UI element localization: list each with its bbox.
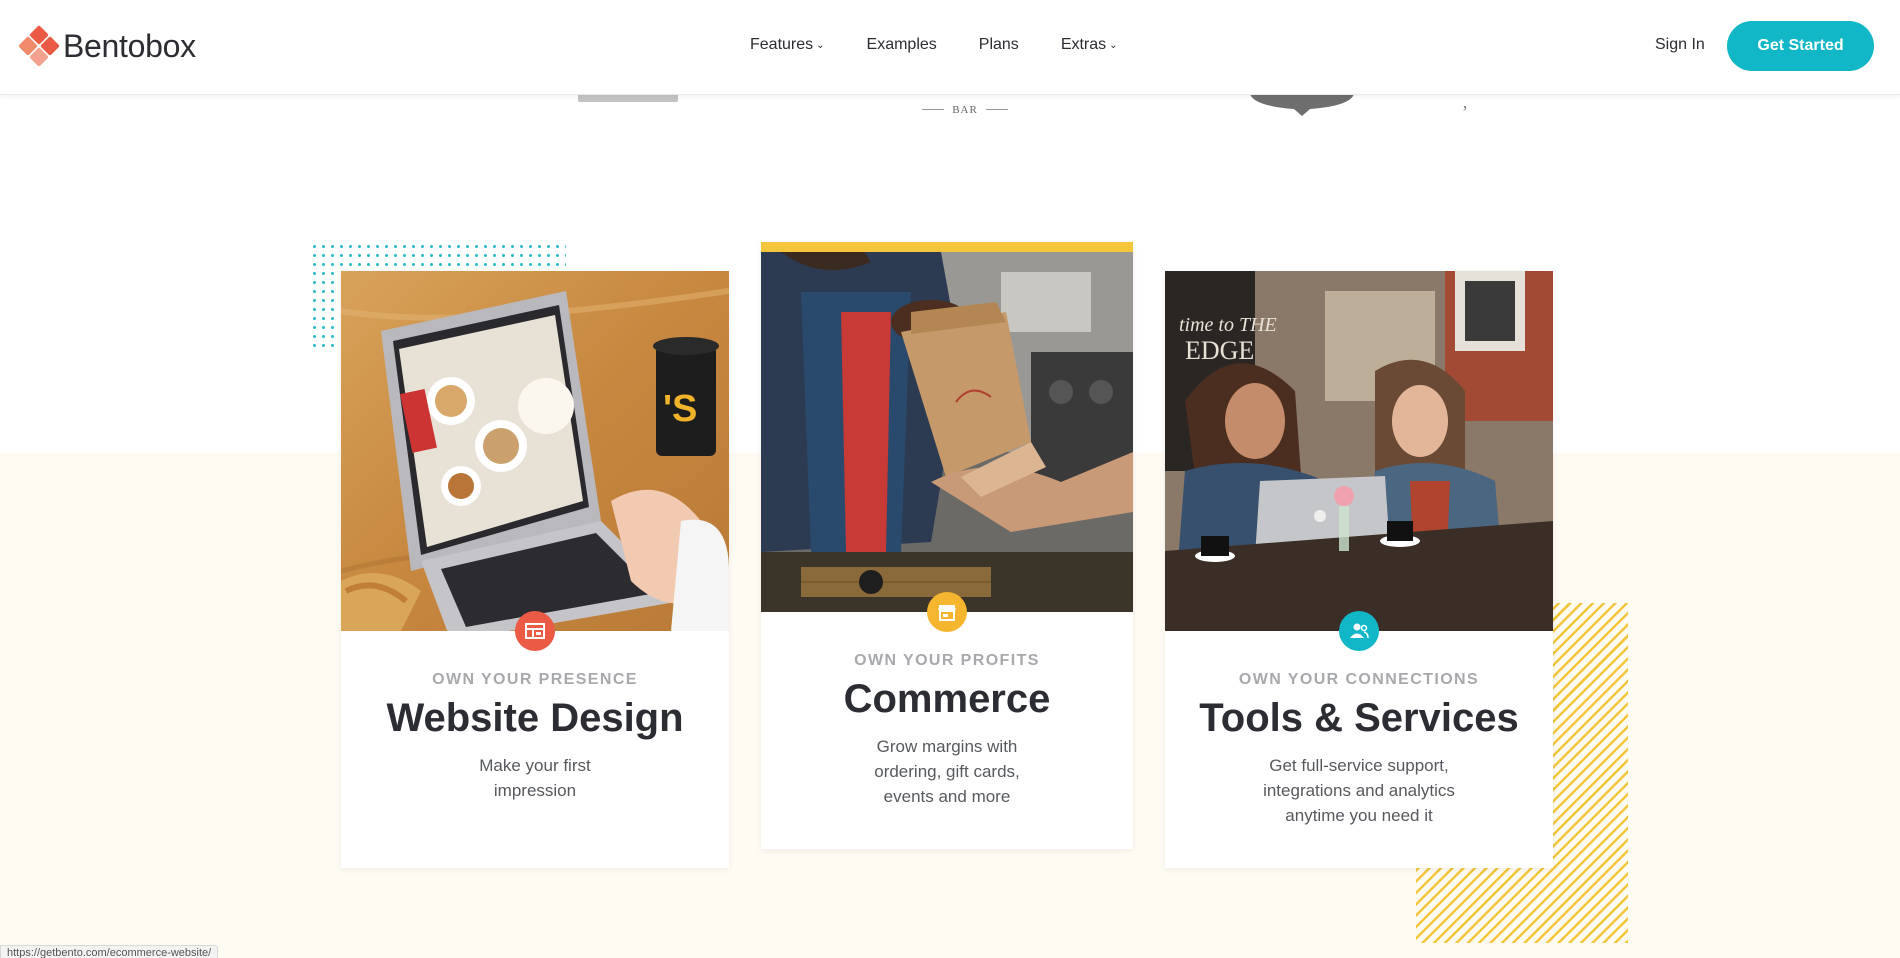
- partner-logo-crest: [1250, 94, 1354, 116]
- card-eyebrow: OWN YOUR PRESENCE: [432, 671, 638, 688]
- card-description: Get full-service support, integrations a…: [1263, 756, 1455, 825]
- nav-features-label: Features: [750, 36, 814, 53]
- card-description: Grow margins with ordering, gift cards, …: [874, 737, 1020, 806]
- nav-plans-label: Plans: [978, 36, 1019, 53]
- partner-bar-label: BAR: [952, 104, 978, 116]
- card-eyebrow: OWN YOUR PROFITS: [854, 652, 1040, 669]
- nav-examples-label: Examples: [866, 36, 937, 53]
- card-eyebrow: OWN YOUR CONNECTIONS: [1238, 671, 1480, 688]
- nav-features[interactable]: Features ⌄: [750, 36, 825, 54]
- card-title: Commerce: [843, 677, 1051, 721]
- svg-text:EDGE: EDGE: [1185, 336, 1254, 365]
- user-group-icon: [1350, 623, 1369, 639]
- website-design-photo: 'S: [341, 271, 729, 631]
- card-title: Website Design: [386, 696, 684, 740]
- layout-icon: [525, 623, 545, 639]
- nav-extras-label: Extras: [1060, 36, 1107, 53]
- brand-name: Bentobox: [63, 27, 196, 64]
- nav-examples[interactable]: Examples: [867, 36, 937, 54]
- card-description: Make your first impression: [479, 756, 591, 800]
- storefront-icon: [938, 605, 956, 621]
- svg-text:time to THE: time to THE: [1179, 314, 1277, 336]
- commerce-badge: [927, 592, 967, 632]
- nav-extras[interactable]: Extras ⌄: [1061, 36, 1118, 54]
- get-started-button[interactable]: Get Started: [1727, 21, 1874, 71]
- svg-text:'S: 'S: [663, 388, 697, 430]
- commerce-photo: [761, 252, 1133, 612]
- card-website-design[interactable]: 'S OWN YOUR PRESENCE Website Design Make…: [341, 271, 729, 868]
- card-title: Tools & Services: [1199, 696, 1519, 740]
- card-tools-services[interactable]: time to THE EDGE OWN YOUR CONNECTIONS To…: [1165, 271, 1553, 868]
- chevron-down-icon: ⌄: [816, 39, 825, 51]
- chevron-down-icon: ⌄: [1109, 39, 1118, 51]
- brand-logo[interactable]: Bentobox: [18, 25, 196, 67]
- tools-services-photo: time to THE EDGE: [1165, 271, 1553, 631]
- partner-logo-bar: BAR: [922, 100, 1008, 128]
- bento-logo-icon: [18, 25, 60, 67]
- nav-plans[interactable]: Plans: [979, 36, 1019, 54]
- partner-logo-script: ‚: [1462, 92, 1468, 112]
- browser-status-url: https://getbento.com/ecommerce-website/: [0, 945, 219, 958]
- tools-services-badge: [1339, 611, 1379, 651]
- partner-logo-hospitality: [578, 94, 678, 102]
- website-design-badge: [515, 611, 555, 651]
- card-commerce[interactable]: OWN YOUR PROFITS Commerce Grow margins w…: [761, 242, 1133, 849]
- site-header: Bentobox Features ⌄ Examples Plans Extra…: [0, 0, 1900, 95]
- sign-in-link[interactable]: Sign In: [1655, 36, 1705, 54]
- main-nav: Features ⌄ Examples Plans Extras ⌄: [750, 36, 1160, 54]
